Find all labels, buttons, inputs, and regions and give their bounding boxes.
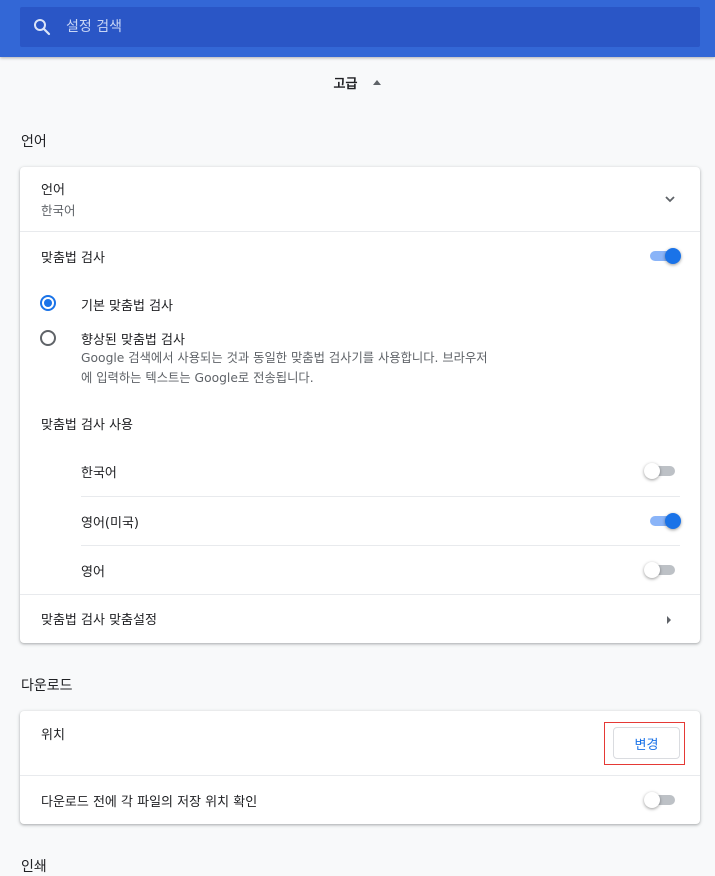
downloads-card: 위치 변경 다운로드 전에 각 파일의 저장 위치 확인 <box>20 711 700 824</box>
language-row-label: 언어 <box>41 183 65 198</box>
search-icon <box>20 7 64 47</box>
spellcheck-use-label: 맞춤법 검사 사용 <box>41 418 133 433</box>
arrow-right-icon <box>665 614 673 629</box>
spellcheck-customize-row[interactable]: 맞춤법 검사 맞춤설정 <box>20 595 700 643</box>
section-title-languages: 언어 <box>21 134 47 150</box>
enhanced-spellcheck-option[interactable]: 향상된 맞춤법 검사 Google 검색에서 사용되는 것과 동일한 맞춤법 검… <box>20 325 700 389</box>
spellcheck-language-toggle[interactable] <box>647 511 681 531</box>
search-box[interactable] <box>20 7 700 47</box>
spellcheck-language-row[interactable]: 한국어 <box>20 447 700 496</box>
spellcheck-language-label: 영어(미국) <box>81 516 139 531</box>
enhanced-spellcheck-radio[interactable] <box>40 330 56 346</box>
spellcheck-language-toggle[interactable] <box>644 560 678 580</box>
ask-location-toggle[interactable] <box>644 790 678 810</box>
search-input[interactable] <box>64 7 664 47</box>
advanced-toggle[interactable]: 고급 <box>0 68 715 96</box>
basic-spellcheck-option[interactable]: 기본 맞춤법 검사 <box>20 287 700 319</box>
basic-spellcheck-radio[interactable] <box>40 295 56 311</box>
section-title-print: 인쇄 <box>21 859 47 875</box>
enhanced-spellcheck-label: 향상된 맞춤법 검사 <box>81 333 185 348</box>
advanced-label: 고급 <box>333 76 358 92</box>
change-location-button[interactable]: 변경 <box>613 727 680 759</box>
enhanced-spellcheck-description-2: 에 입력하는 텍스트는 Google로 전송됩니다. <box>81 371 314 385</box>
ask-location-label: 다운로드 전에 각 파일의 저장 위치 확인 <box>41 795 258 810</box>
spellcheck-language-label: 한국어 <box>81 466 117 481</box>
download-location-label: 위치 <box>41 728 65 743</box>
chevron-down-icon[interactable] <box>663 192 677 210</box>
language-row[interactable]: 언어 한국어 <box>20 167 700 231</box>
spellcheck-language-toggle[interactable] <box>644 461 678 481</box>
collapse-arrow-icon <box>373 79 382 85</box>
spellcheck-label: 맞춤법 검사 <box>41 251 105 266</box>
spellcheck-toggle[interactable] <box>647 246 681 266</box>
top-bar <box>0 0 715 57</box>
download-location-row: 위치 변경 <box>20 711 700 775</box>
section-title-downloads: 다운로드 <box>21 678 73 694</box>
ask-location-row[interactable]: 다운로드 전에 각 파일의 저장 위치 확인 <box>20 776 700 824</box>
spellcheck-language-row[interactable]: 영어(미국) <box>20 497 700 545</box>
basic-spellcheck-label: 기본 맞춤법 검사 <box>81 299 173 314</box>
spellcheck-language-label: 영어 <box>81 565 105 580</box>
languages-card: 언어 한국어 맞춤법 검사 기본 맞춤법 검사 향상된 맞춤법 검사 Googl… <box>20 167 700 643</box>
spellcheck-row[interactable]: 맞춤법 검사 <box>20 232 700 280</box>
enhanced-spellcheck-description-1: Google 검색에서 사용되는 것과 동일한 맞춤법 검사기를 사용합니다. … <box>81 351 488 365</box>
spellcheck-language-row[interactable]: 영어 <box>20 546 700 594</box>
language-row-value: 한국어 <box>41 203 76 218</box>
spellcheck-customize-label: 맞춤법 검사 맞춤설정 <box>41 613 157 628</box>
